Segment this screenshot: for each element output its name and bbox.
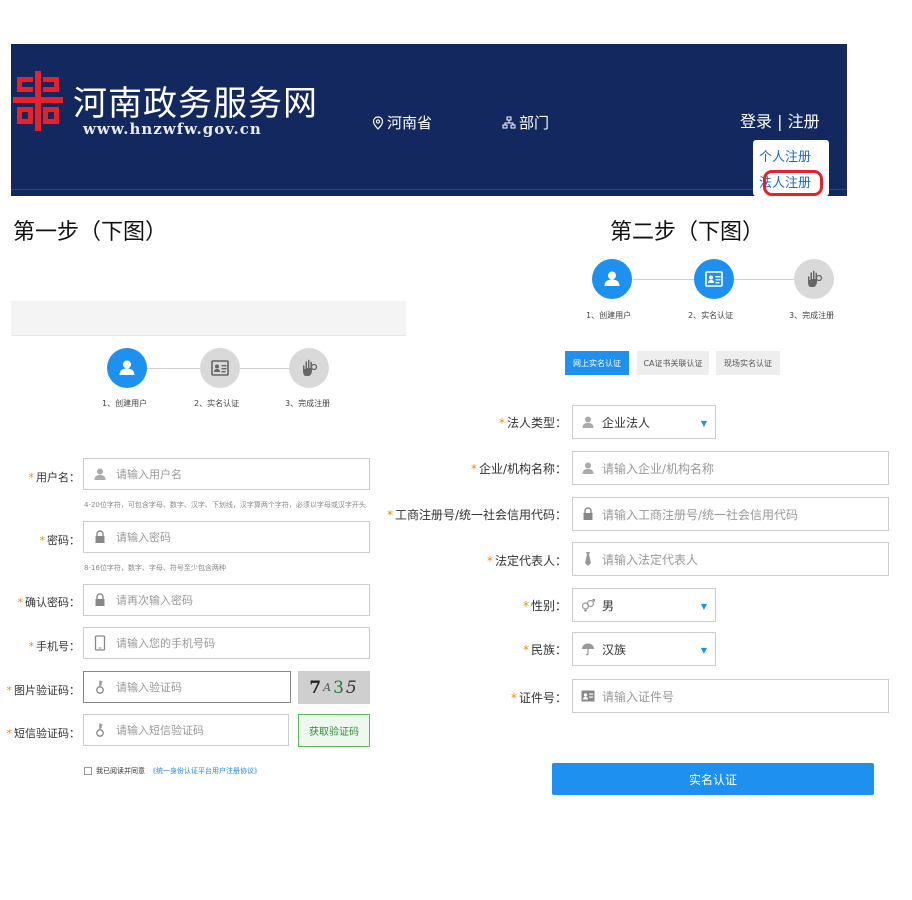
step-complete	[794, 259, 834, 299]
step-label: 2、实名认证	[688, 311, 734, 320]
id-no-label: * 证件号：	[510, 691, 567, 705]
step-label: 1、创建用户	[586, 311, 632, 320]
step-connector	[146, 368, 200, 369]
lock-icon	[580, 506, 596, 522]
highlight-ring	[763, 170, 823, 196]
auth-links: 登录 | 注册	[740, 108, 820, 132]
org-name-input[interactable]: 请输入企业/机构名称	[572, 451, 889, 485]
lock-icon	[92, 592, 108, 608]
site-title: 河南政务服务网	[73, 84, 318, 124]
site-logo-icon	[13, 71, 63, 131]
username-input[interactable]: 请输入用户名	[83, 458, 370, 490]
ok-hand-icon	[303, 359, 318, 376]
user-icon	[580, 414, 596, 430]
org-name-label: * 企业/机构名称：	[470, 462, 567, 476]
dept-label: 部门	[519, 114, 550, 132]
lock-icon	[92, 529, 108, 545]
tab-onsite-verify[interactable]: 现场实名认证	[716, 351, 780, 375]
tab-ca-verify[interactable]: CA证书关联认证	[637, 351, 709, 375]
id-card-icon	[705, 271, 723, 287]
verify-submit-button[interactable]: 实名认证	[552, 763, 874, 795]
password-label: * 密码：	[39, 534, 81, 547]
auth-separator: |	[777, 112, 783, 131]
region-label: 河南省	[387, 114, 433, 132]
confirm-password-input[interactable]: 请再次输入密码	[83, 584, 370, 616]
banner-divider	[11, 189, 847, 190]
password-hint: 8-16位字符，数字、字母、符号至少包含两种	[84, 564, 226, 572]
ok-hand-icon	[808, 270, 823, 287]
location-pin-icon	[372, 115, 384, 130]
step-create-user	[592, 259, 632, 299]
login-link[interactable]: 登录	[740, 112, 772, 131]
step-connector	[240, 368, 292, 369]
department-selector[interactable]: 部门	[502, 112, 549, 133]
form-top-bar	[11, 301, 406, 336]
legal-rep-label: * 法定代表人：	[486, 554, 567, 568]
umbrella-icon	[580, 641, 596, 657]
gender-icon	[580, 597, 596, 613]
dropdown-caret-icon: ▼	[700, 646, 707, 655]
username-hint: 4-20位字符，可包含字母、数字、汉字、下划线，汉字算两个字符，必须以字母或汉字…	[84, 501, 366, 509]
agreement-row: 我已阅读并同意 《统一身份认证平台用户注册协议》	[84, 766, 261, 776]
personal-register-link[interactable]: 个人注册	[759, 146, 811, 165]
step-connector	[734, 279, 794, 280]
tab-online-verify[interactable]: 网上实名认证	[565, 351, 629, 375]
step-verify	[694, 259, 734, 299]
password-input[interactable]: 请输入密码	[83, 521, 370, 553]
ethnicity-select[interactable]: 汉族 ▼	[572, 632, 716, 666]
step-two-caption: 第二步（下图）	[610, 220, 765, 245]
user-icon	[92, 466, 108, 482]
confirm-password-label: * 确认密码：	[17, 596, 81, 609]
id-card-icon	[211, 360, 229, 376]
step-complete	[289, 348, 329, 388]
get-sms-code-button[interactable]: 获取验证码	[298, 714, 370, 747]
key-icon	[92, 679, 108, 695]
sms-code-label: * 短信验证码：	[6, 727, 81, 740]
legal-type-select[interactable]: 企业法人 ▼	[572, 405, 716, 439]
image-code-label: * 图片验证码：	[6, 684, 81, 697]
step-create-user	[107, 348, 147, 388]
agreement-checkbox[interactable]	[84, 767, 92, 775]
gender-label: * 性别：	[522, 599, 567, 613]
tie-icon	[580, 551, 596, 567]
reg-no-input[interactable]: 请输入工商注册号/统一社会信用代码	[572, 497, 889, 531]
id-card-icon	[580, 688, 596, 704]
phone-input[interactable]: 请输入您的手机号码	[83, 627, 370, 659]
org-chart-icon	[502, 116, 516, 128]
step-label: 2、实名认证	[194, 399, 240, 408]
site-header-banner: 河南政务服务网 www.hnzwfw.gov.cn 河南省 部门 登录 | 注册	[11, 44, 847, 196]
register-link[interactable]: 注册	[788, 112, 820, 131]
agreement-text: 我已阅读并同意	[96, 767, 145, 775]
reg-no-label: * 工商注册号/统一社会信用代码：	[386, 508, 567, 522]
key-icon	[92, 722, 108, 738]
step-label: 3、完成注册	[789, 311, 835, 320]
captcha-image[interactable]: 7A35	[298, 671, 370, 704]
agreement-link[interactable]: 《统一身份认证平台用户注册协议》	[149, 766, 261, 776]
step-connector	[633, 279, 695, 280]
gender-select[interactable]: 男 ▼	[572, 588, 716, 622]
image-code-input[interactable]: 请输入验证码	[83, 671, 291, 703]
mobile-phone-icon	[92, 635, 108, 651]
step-label: 3、完成注册	[285, 399, 331, 408]
legal-rep-input[interactable]: 请输入法定代表人	[572, 542, 889, 576]
site-url: www.hnzwfw.gov.cn	[83, 120, 262, 138]
user-icon	[580, 460, 596, 476]
user-icon	[604, 271, 620, 286]
region-selector[interactable]: 河南省	[371, 112, 432, 133]
step-one-caption: 第一步（下图）	[13, 220, 168, 245]
ethnicity-label: * 民族：	[522, 643, 567, 657]
dropdown-caret-icon: ▼	[700, 602, 707, 611]
username-label: * 用户名：	[28, 471, 81, 484]
step-verify	[200, 348, 240, 388]
dropdown-caret-icon: ▼	[700, 419, 707, 428]
id-no-input[interactable]: 请输入证件号	[572, 679, 889, 713]
legal-type-label: * 法人类型：	[498, 416, 567, 430]
step-label: 1、创建用户	[102, 399, 148, 408]
user-icon	[119, 360, 135, 375]
phone-label: * 手机号：	[28, 640, 81, 653]
sms-code-input[interactable]: 请输入短信验证码	[83, 714, 289, 746]
